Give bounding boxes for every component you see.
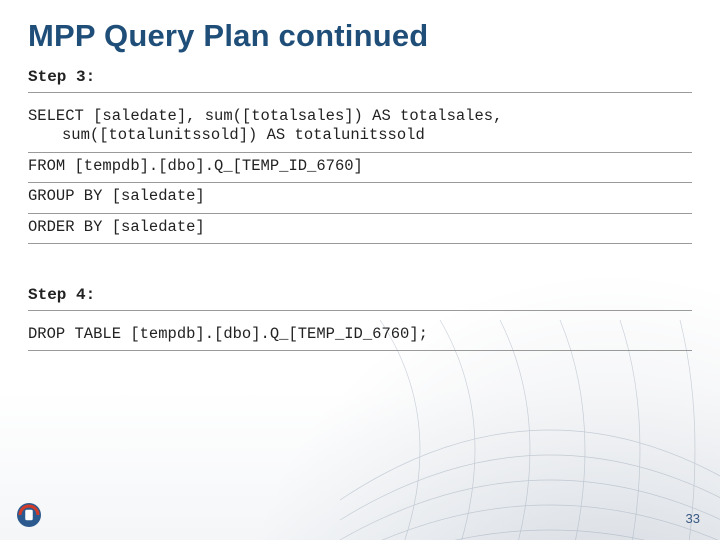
slide-title: MPP Query Plan continued xyxy=(28,18,692,54)
spacer xyxy=(28,244,692,286)
step4-code: DROP TABLE [tempdb].[dbo].Q_[TEMP_ID_676… xyxy=(28,321,692,351)
slide: MPP Query Plan continued Step 3: SELECT … xyxy=(0,0,720,540)
step3-label: Step 3: xyxy=(28,68,692,93)
code-line: FROM [tempdb].[dbo].Q_[TEMP_ID_6760] xyxy=(28,153,692,183)
step3-code: SELECT [saledate], sum([totalsales]) AS … xyxy=(28,103,692,244)
code-text: sum([totalunitssold]) AS totalunitssold xyxy=(28,126,692,145)
decorative-mesh xyxy=(340,320,720,540)
code-line: SELECT [saledate], sum([totalsales]) AS … xyxy=(28,103,692,153)
code-line: DROP TABLE [tempdb].[dbo].Q_[TEMP_ID_676… xyxy=(28,321,692,351)
code-text: SELECT [saledate], sum([totalsales]) AS … xyxy=(28,107,502,125)
logo-icon xyxy=(14,500,44,530)
page-number: 33 xyxy=(686,511,700,526)
code-line: ORDER BY [saledate] xyxy=(28,214,692,244)
step4-label: Step 4: xyxy=(28,286,692,311)
code-line: GROUP BY [saledate] xyxy=(28,183,692,213)
